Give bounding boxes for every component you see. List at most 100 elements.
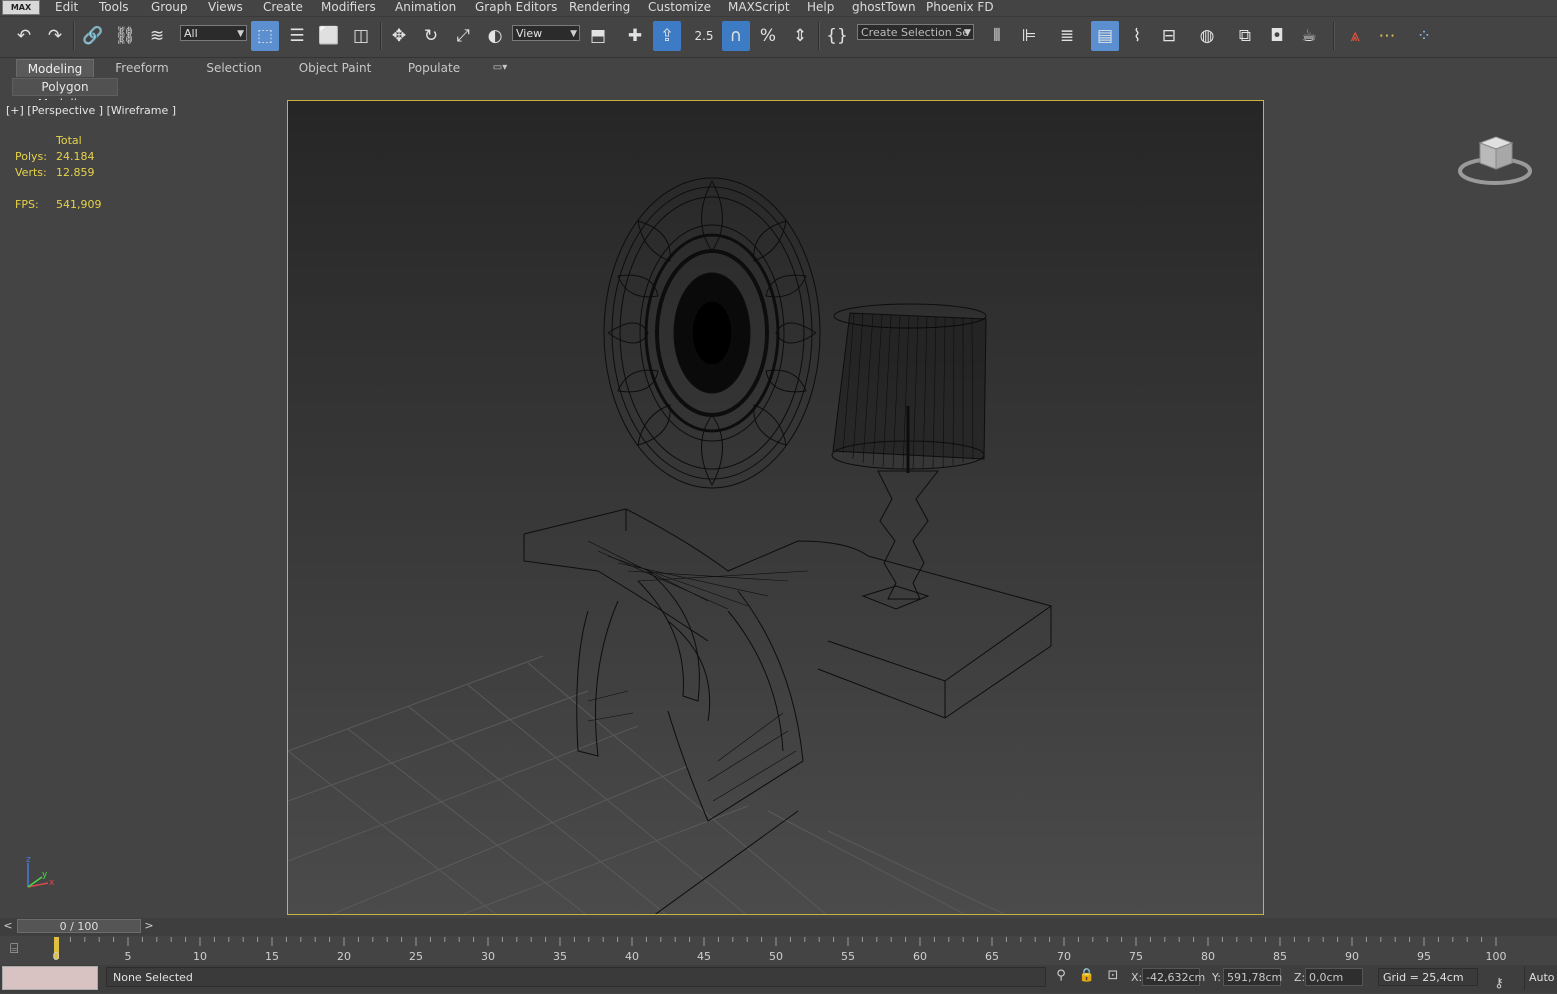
ribbon-panel-polygon-modeling[interactable]: Polygon Modeling xyxy=(12,78,118,111)
spinner-snap-icon[interactable]: ⇕ xyxy=(786,21,814,51)
track-tick-label: 95 xyxy=(1417,950,1431,963)
curve-editor-icon[interactable]: ⌇ xyxy=(1123,21,1151,51)
track-tick-label: 10 xyxy=(193,950,207,963)
select-object-icon[interactable]: ⬚ xyxy=(251,21,279,51)
stats-polys-value: 24.184 xyxy=(56,150,95,163)
absolute-mode-icon[interactable]: ⊡ xyxy=(1104,968,1122,986)
axis-label-y: y xyxy=(42,870,48,880)
y-coord-field[interactable]: 591,78cm xyxy=(1223,968,1282,986)
selection-lock-icon[interactable]: 🔒 xyxy=(1078,968,1096,986)
axis-label-z: z xyxy=(26,855,31,865)
menu-maxscript[interactable]: MAXScript xyxy=(728,0,790,16)
percent-snap-icon[interactable]: % xyxy=(754,21,782,51)
pivot-center-icon[interactable]: ⬒ xyxy=(584,21,612,51)
tab-selection[interactable]: Selection xyxy=(200,59,268,77)
placement-icon[interactable]: ◐ xyxy=(481,21,509,51)
auto-key-button[interactable]: Auto K xyxy=(1524,966,1557,990)
stats-fps-value: 541,909 xyxy=(56,198,102,211)
grid-axis-line xyxy=(654,810,799,914)
set-key-icon[interactable]: ⚷ xyxy=(1490,976,1508,994)
select-manipulate-icon[interactable]: ✚ xyxy=(621,21,649,51)
layer-manager-icon[interactable]: ≣ xyxy=(1053,21,1081,51)
table-wireframe xyxy=(523,508,1052,822)
angle-snap-icon[interactable]: ∩ xyxy=(722,21,750,51)
move-icon[interactable]: ✥ xyxy=(385,21,413,51)
menu-create[interactable]: Create xyxy=(263,0,303,16)
rendered-frame-window-icon[interactable]: ◘ xyxy=(1263,21,1291,51)
select-by-name-icon[interactable]: ☰ xyxy=(283,21,311,51)
rotate-icon[interactable]: ↻ xyxy=(417,21,445,51)
track-tick-label: 50 xyxy=(769,950,783,963)
reference-coord-dropdown[interactable]: View ▼ xyxy=(512,25,580,41)
time-slider-thumb[interactable]: 0 / 100 xyxy=(17,919,141,933)
maxscript-listener-field[interactable] xyxy=(2,966,98,990)
time-next-button[interactable]: > xyxy=(142,918,156,934)
menu-views[interactable]: Views xyxy=(208,0,243,16)
track-tick-label: 80 xyxy=(1201,950,1215,963)
snaps-toggle-button[interactable]: 2.5 xyxy=(690,21,718,51)
scale-icon[interactable]: ⤢ xyxy=(449,21,477,51)
stats-polys-label: Polys: xyxy=(15,150,47,163)
toolbar-separator xyxy=(818,22,820,50)
menu-edit[interactable]: Edit xyxy=(55,0,78,16)
app-logo-button[interactable]: MAX xyxy=(2,0,40,15)
selection-filter-dropdown[interactable]: All ▼ xyxy=(180,25,247,41)
x-coord-label: X: xyxy=(1131,971,1143,984)
window-crossing-icon[interactable]: ◫ xyxy=(347,21,375,51)
named-selection-dropdown[interactable]: Create Selection Se ▼ xyxy=(857,24,974,40)
lamp-wireframe xyxy=(831,303,987,610)
viewport-label-menu[interactable]: [+] [Perspective ] [Wireframe ] xyxy=(6,104,176,117)
time-slider[interactable] xyxy=(0,918,1557,936)
axis-label-x: x xyxy=(49,878,55,888)
tab-populate[interactable]: Populate xyxy=(402,59,466,77)
track-tick-label: 70 xyxy=(1057,950,1071,963)
ruler-tool-icon[interactable]: ⩓ xyxy=(1341,21,1369,51)
toolbar-separator xyxy=(1333,22,1335,50)
undo-icon[interactable]: ↶ xyxy=(10,21,38,51)
menu-graph-editors[interactable]: Graph Editors xyxy=(475,0,557,16)
menu-help[interactable]: Help xyxy=(807,0,834,16)
scene-explorer-icon[interactable]: ▤ xyxy=(1091,21,1119,51)
tab-freeform[interactable]: Freeform xyxy=(108,59,176,77)
menu-animation[interactable]: Animation xyxy=(395,0,456,16)
menu-tools[interactable]: Tools xyxy=(99,0,129,16)
menu-rendering[interactable]: Rendering xyxy=(569,0,630,16)
z-coord-field[interactable]: 0,0cm xyxy=(1305,968,1363,986)
link-icon[interactable]: 🔗 xyxy=(79,21,107,51)
menu-group[interactable]: Group xyxy=(151,0,188,16)
curve-editor-toggle-icon[interactable]: ⌸ xyxy=(10,941,32,959)
stats-fps-label: FPS: xyxy=(15,198,39,211)
ribbon-options-icon[interactable]: ▭▾ xyxy=(486,59,514,77)
viewcube-icon[interactable] xyxy=(1458,133,1533,188)
unlink-icon[interactable]: ⛓ xyxy=(111,21,139,51)
particle-tool-icon[interactable]: ⁘ xyxy=(1410,21,1438,51)
rectangular-selection-icon[interactable]: ⬜ xyxy=(315,21,343,51)
track-tick-label: 75 xyxy=(1129,950,1143,963)
mirror-icon[interactable]: ⫴ xyxy=(983,21,1011,51)
grid-spacing: Grid = 25,4cm xyxy=(1378,968,1478,986)
render-teapot-icon[interactable]: ☕ xyxy=(1295,21,1323,51)
time-prev-button[interactable]: < xyxy=(0,918,16,934)
menu-ghosttown[interactable]: ghostTown xyxy=(852,0,916,16)
track-tick-label: 45 xyxy=(697,950,711,963)
track-tick-label: 20 xyxy=(337,950,351,963)
schematic-view-icon[interactable]: ⊟ xyxy=(1155,21,1183,51)
menu-phoenix-fd[interactable]: Phoenix FD xyxy=(926,0,994,16)
render-setup-icon[interactable]: ⧉ xyxy=(1231,21,1259,51)
material-editor-icon[interactable]: ◍ xyxy=(1193,21,1221,51)
bind-space-warp-icon[interactable]: ≋ xyxy=(143,21,171,51)
align-icon[interactable]: ⊫ xyxy=(1015,21,1043,51)
toolbar-separator xyxy=(73,22,75,50)
tab-object-paint[interactable]: Object Paint xyxy=(295,59,375,77)
tab-modeling[interactable]: Modeling xyxy=(16,59,94,77)
menu-modifiers[interactable]: Modifiers xyxy=(321,0,376,16)
edit-named-selection-icon[interactable]: {} xyxy=(823,21,851,51)
x-coord-field[interactable]: -42,632cm xyxy=(1142,968,1205,986)
redo-icon[interactable]: ↷ xyxy=(41,21,69,51)
measure-tool-icon[interactable]: ⋯ xyxy=(1373,21,1401,51)
isolate-selection-icon[interactable]: ⚲ xyxy=(1052,968,1070,986)
keyboard-shortcut-override-icon[interactable]: ⇪ xyxy=(653,21,681,51)
menu-customize[interactable]: Customize xyxy=(648,0,711,16)
track-tick-label: 30 xyxy=(481,950,495,963)
ground-grid xyxy=(288,655,1005,914)
